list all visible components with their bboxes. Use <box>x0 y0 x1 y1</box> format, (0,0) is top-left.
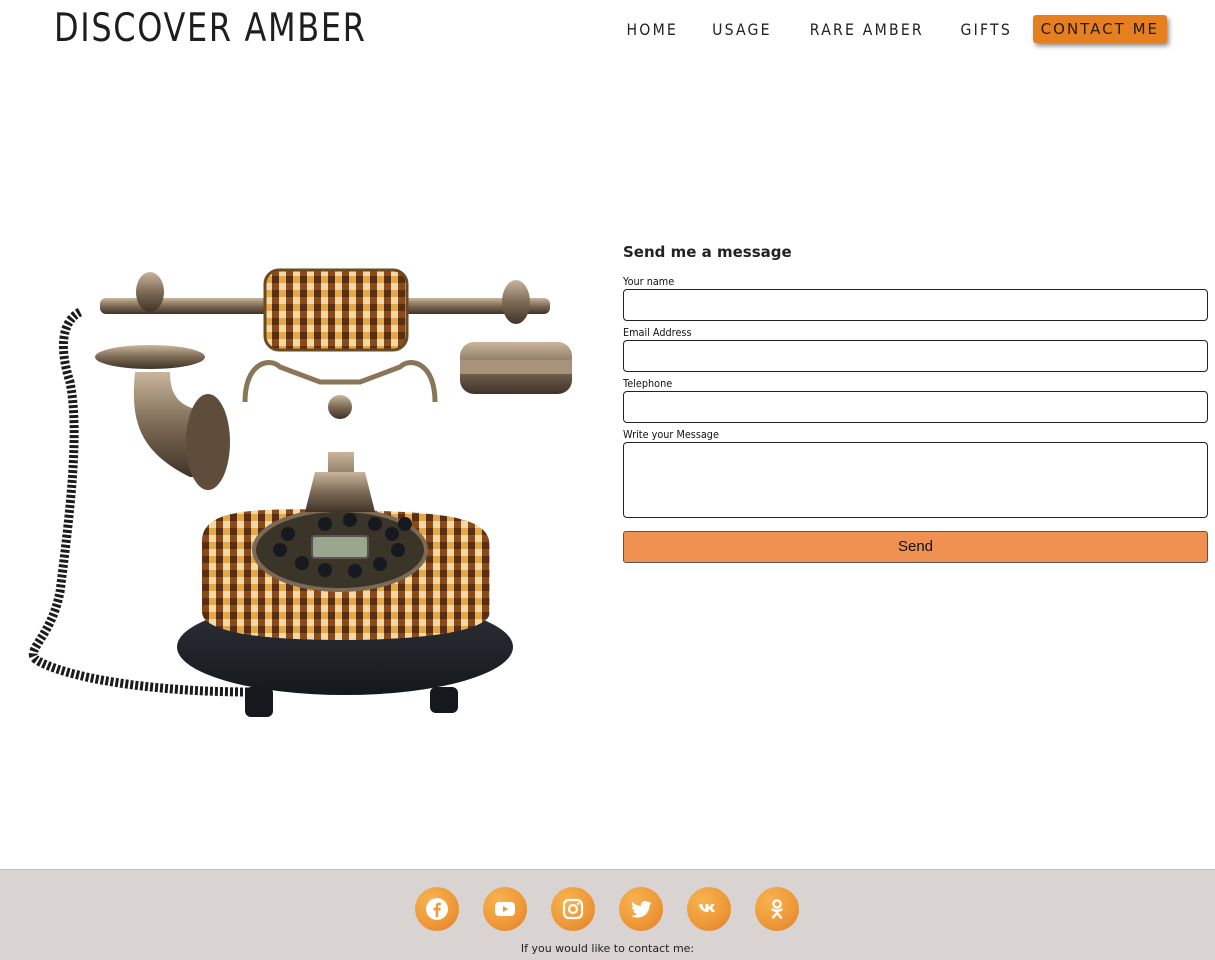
message-textarea[interactable] <box>623 442 1208 518</box>
email-label: Email Address <box>623 326 692 339</box>
nav-usage[interactable]: USAGE <box>700 16 783 43</box>
site-logo[interactable]: DISCOVER AMBER <box>54 6 367 51</box>
form-title: Send me a message <box>623 243 792 261</box>
telephone-label: Telephone <box>623 377 673 390</box>
facebook-icon[interactable] <box>415 887 459 931</box>
odnoklassniki-icon[interactable] <box>755 887 799 931</box>
name-input[interactable] <box>623 289 1208 321</box>
site-header: DISCOVER AMBER HOME USAGE RARE AMBER GIF… <box>0 0 1215 62</box>
telephone-input[interactable] <box>623 391 1208 423</box>
site-footer: If you would like to contact me: <box>0 869 1215 960</box>
email-input[interactable] <box>623 340 1208 372</box>
youtube-icon[interactable] <box>483 887 527 931</box>
instagram-icon[interactable] <box>551 887 595 931</box>
send-button[interactable]: Send <box>623 531 1208 563</box>
nav-contact-me[interactable]: CONTACT ME <box>1032 15 1167 43</box>
message-label: Write your Message <box>623 428 719 441</box>
nav-rare-amber[interactable]: RARE AMBER <box>798 16 935 43</box>
footer-contact-text: If you would like to contact me: <box>520 942 695 955</box>
twitter-icon[interactable] <box>619 887 663 931</box>
vk-icon[interactable] <box>687 887 731 931</box>
nav-home[interactable]: HOME <box>615 16 689 43</box>
contact-form: Send me a message Your name Email Addres… <box>623 243 1208 563</box>
amber-telephone-image <box>20 262 576 722</box>
main-nav: HOME USAGE RARE AMBER GIFTS CONTACT ME <box>610 15 1167 43</box>
name-label: Your name <box>623 275 675 288</box>
nav-gifts[interactable]: GIFTS <box>949 16 1023 43</box>
social-links <box>415 887 799 931</box>
